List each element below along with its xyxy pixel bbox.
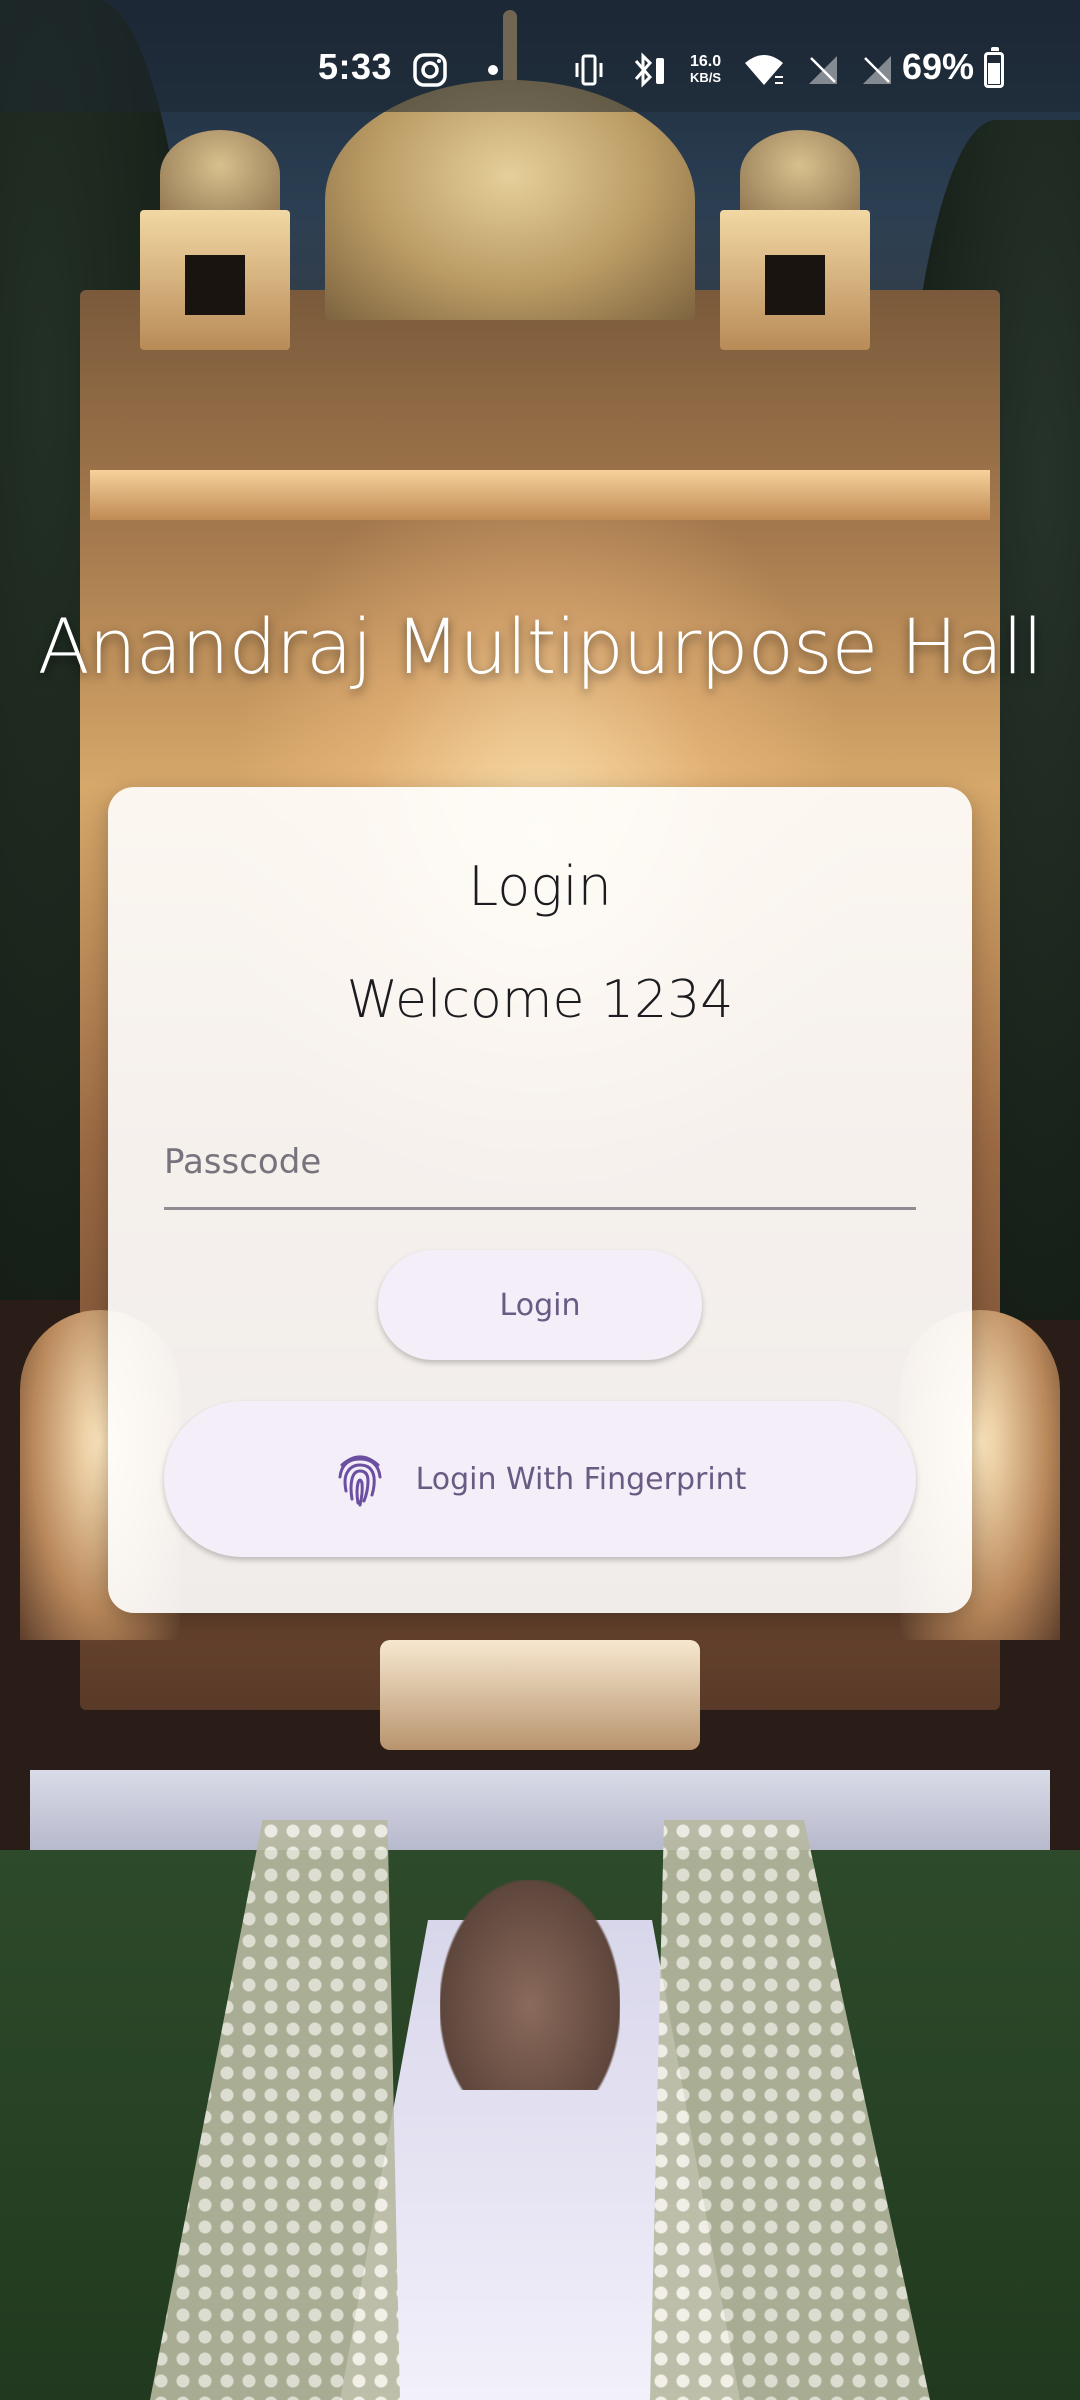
app-title: Anandraj Multipurpose Hall (37, 602, 1044, 691)
network-speed: 16.0 KB/S (690, 54, 721, 86)
small-dome-right (740, 130, 860, 220)
login-button[interactable]: Login (378, 1250, 702, 1360)
login-heading: Login (468, 855, 612, 918)
status-bar: 5:33 16.0 KB/S 69% (0, 0, 1080, 112)
fingerprint-button-label: Login With Fingerprint (415, 1461, 747, 1497)
vibrate-icon (575, 54, 603, 86)
notification-dot-icon (488, 65, 498, 75)
bluetooth-icon (634, 52, 664, 88)
couple-figure (440, 1880, 620, 2090)
fingerprint-login-button[interactable]: Login With Fingerprint (164, 1401, 916, 1557)
login-card: Login Welcome 1234 Login Login With Fing… (108, 787, 972, 1613)
fingerprint-icon (338, 1455, 382, 1507)
status-time: 5:33 (318, 46, 393, 87)
tower-right (720, 210, 870, 350)
status-icons: 16.0 KB/S (412, 48, 893, 92)
network-speed-unit: KB/S (690, 70, 722, 85)
stage-seating (380, 1640, 700, 1750)
wifi-icon (745, 55, 784, 85)
small-dome-left (160, 130, 280, 220)
palace-cornice (90, 470, 990, 520)
passcode-input[interactable] (164, 1117, 916, 1210)
instagram-icon (413, 53, 447, 87)
battery-percent: 69% (902, 46, 975, 87)
battery-icon (984, 47, 1004, 88)
no-signal-icon (809, 56, 838, 84)
palace-dome (325, 80, 695, 320)
no-signal-icon (863, 56, 892, 84)
welcome-text: Welcome 1234 (346, 970, 734, 1030)
network-speed-value: 16.0 (690, 53, 722, 70)
tower-left (140, 210, 290, 350)
